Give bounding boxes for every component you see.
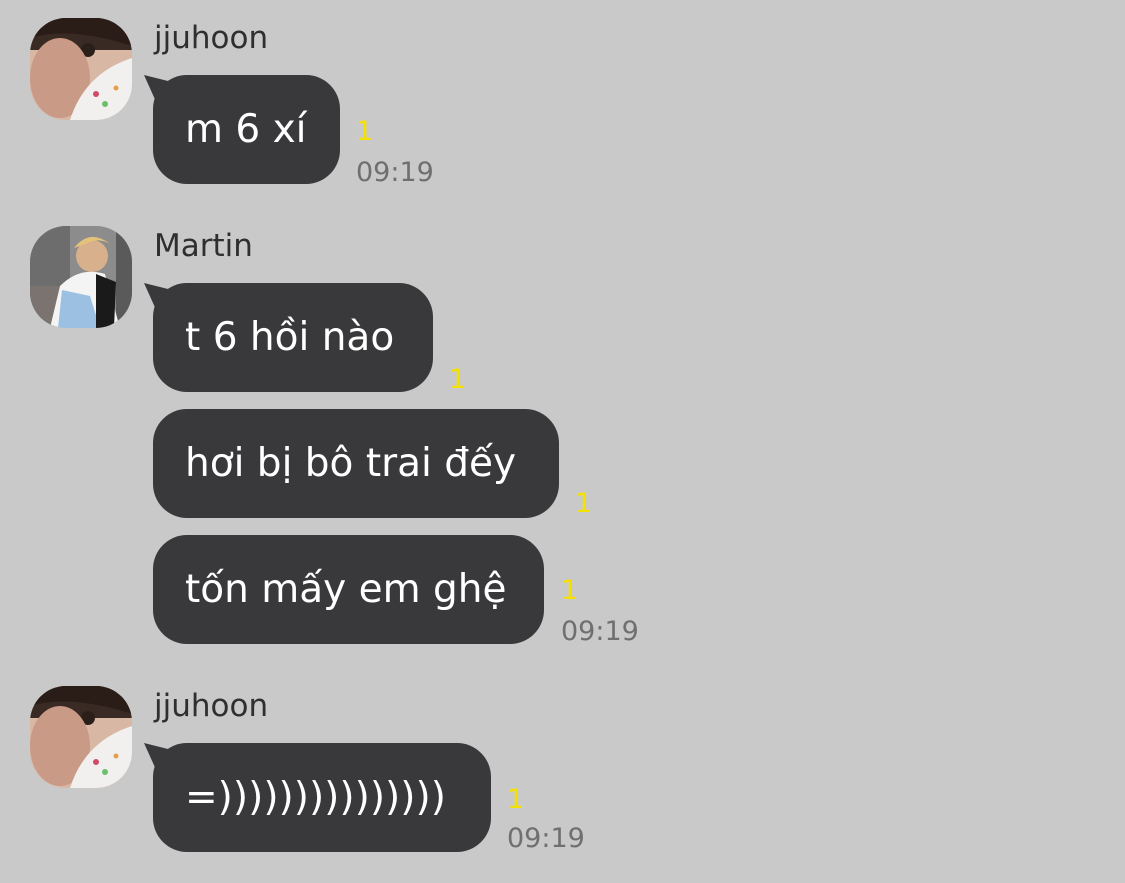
message-group: jjuhoon =))))))))))))))) 1 09:19 <box>0 686 1125 866</box>
message-group: Martin t 6 hồi nào 1 hơi bị bô trai đếy … <box>0 226 1125 647</box>
message-bubble[interactable]: hơi bị bô trai đếy <box>153 409 559 518</box>
unread-count: 1 <box>356 116 374 147</box>
timestamp: 09:19 <box>561 616 639 647</box>
unread-count: 1 <box>449 364 467 395</box>
timestamp: 09:19 <box>356 157 434 188</box>
sender-name: Martin <box>154 228 253 264</box>
message-group: jjuhoon m 6 xí 1 09:19 <box>0 18 1125 188</box>
timestamp: 09:19 <box>507 823 585 854</box>
avatar[interactable] <box>30 18 132 120</box>
unread-count: 1 <box>507 784 525 815</box>
message-bubble[interactable]: t 6 hồi nào <box>153 283 433 392</box>
unread-count: 1 <box>561 575 579 606</box>
avatar[interactable] <box>30 226 132 328</box>
message-bubble[interactable]: =))))))))))))))) <box>153 743 491 852</box>
message-bubble[interactable]: tốn mấy em ghệ <box>153 535 544 644</box>
message-bubble[interactable]: m 6 xí <box>153 75 340 184</box>
sender-name: jjuhoon <box>154 20 269 56</box>
sender-name: jjuhoon <box>154 688 269 724</box>
unread-count: 1 <box>575 488 593 519</box>
avatar[interactable] <box>30 686 132 788</box>
